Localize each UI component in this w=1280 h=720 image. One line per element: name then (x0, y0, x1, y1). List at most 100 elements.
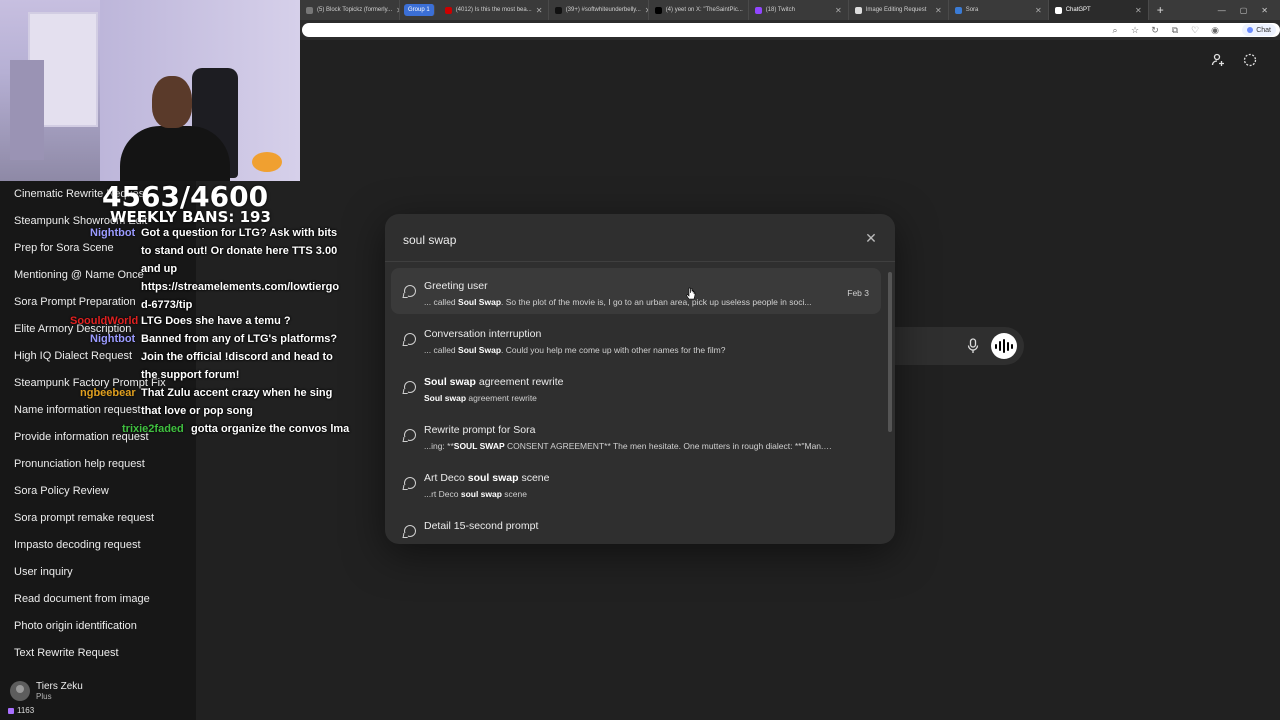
maximize-icon[interactable]: ▢ (1240, 6, 1248, 15)
chat-message-line: That Zulu accent crazy when he sing (141, 387, 333, 399)
sidebar-item[interactable]: User inquiry (14, 566, 73, 578)
extensions-icon[interactable]: ⧉ (1170, 25, 1180, 35)
close-icon[interactable]: ✕ (863, 230, 879, 246)
close-tab-icon[interactable]: ✕ (1135, 6, 1142, 15)
browser-tab[interactable]: (4012) Is this the most bea... ✕ (439, 0, 549, 20)
youtube-icon (444, 6, 452, 14)
viewer-count: 1163 (8, 706, 34, 715)
close-tab-icon[interactable]: ✕ (1035, 6, 1042, 15)
sidebar-item[interactable]: Sora prompt remake request (14, 512, 154, 524)
chat-message-line: the support forum! (141, 369, 240, 381)
close-tab-icon[interactable]: ✕ (835, 6, 842, 15)
sidebar-item[interactable]: Read document from image (14, 593, 150, 605)
temporary-chat-icon[interactable] (1242, 52, 1258, 68)
tab-group-label[interactable]: Group 1 (404, 4, 435, 16)
result-title: Detail 15-second prompt (424, 520, 538, 532)
sidebar-item[interactable]: Mentioning @ Name Once (14, 269, 144, 281)
chat-message-line: and up (141, 263, 178, 275)
microphone-icon[interactable] (966, 338, 980, 354)
snippet-match: Soul Swap (458, 345, 502, 355)
browser-tab-active[interactable]: ChatGPT ✕ (1048, 0, 1149, 20)
user-profile[interactable]: Tiers Zeku Plus (10, 681, 83, 701)
snippet-match: SOUL SWAP (453, 441, 505, 451)
search-result-item[interactable]: Conversation interruption ... called Soul… (391, 316, 881, 362)
chat-username: Nightbot (90, 227, 136, 239)
chat-message-line: Banned from any of LTG's platforms? (141, 333, 338, 345)
snippet-text: scene (501, 489, 527, 499)
snippet-match: Soul Swap (458, 297, 502, 307)
minimize-icon[interactable]: — (1218, 6, 1226, 15)
chat-bubble-icon (404, 381, 416, 393)
sidebar-item[interactable]: Prep for Sora Scene (14, 242, 114, 254)
sidebar-item[interactable]: Sora Prompt Preparation (14, 296, 136, 308)
sidebar-item[interactable]: Impasto decoding request (14, 539, 141, 551)
chat-message-line: to stand out! Or donate here TTS 3.00 (141, 245, 338, 257)
search-input[interactable]: soul swap (403, 233, 456, 247)
refresh-icon[interactable]: ↻ (1150, 25, 1160, 35)
scrollbar[interactable] (888, 272, 892, 432)
copilot-icon (1247, 27, 1254, 33)
chat-message-line: Got a question for LTG? Ask with bits (141, 227, 338, 239)
profile-icon[interactable]: ◉ (1210, 25, 1220, 35)
search-result-item[interactable]: Detail 15-second prompt (391, 508, 881, 544)
sora-icon (954, 6, 962, 14)
result-title: Soul swap agreement rewrite (424, 376, 563, 388)
search-result-item[interactable]: Greeting user ... called Soul Swap. So th… (391, 268, 881, 314)
browser-tab[interactable]: Image Editing Request ✕ (849, 0, 949, 20)
search-result-item[interactable]: Art Deco soul swap scene ...rt Deco soul … (391, 460, 881, 506)
snippet-text: . Could you help me come up with other n… (501, 345, 726, 355)
header-actions (1210, 52, 1258, 68)
zoom-icon[interactable]: ⌕ (1110, 25, 1120, 35)
browser-tab[interactable]: (4) yeet on X: "TheSaintPic...✕ (649, 0, 749, 20)
close-tab-icon[interactable]: ✕ (935, 6, 942, 15)
close-tab-icon[interactable]: ✕ (396, 6, 399, 15)
search-result-item[interactable]: Soul swap agreement rewrite Soul swap agr… (391, 364, 881, 410)
tiktok-icon (554, 6, 562, 14)
sidebar-item[interactable]: Pronunciation help request (14, 458, 145, 470)
browser-tab[interactable]: Sora ✕ (949, 0, 1049, 20)
copilot-chat-button[interactable]: Chat (1242, 24, 1276, 36)
toolbar-icons: ⌕ ☆ ↻ ⧉ ♡ ◉ (1110, 25, 1220, 35)
result-snippet: ... called Soul Swap. Could you help me … (424, 345, 834, 355)
browser-tab[interactable]: (5) Block Topickz (formerly...✕ (300, 0, 400, 20)
avatar (10, 681, 30, 701)
result-date: Feb 3 (847, 288, 869, 298)
snippet-text: ...ing: ** (424, 441, 454, 451)
sidebar-item[interactable]: Photo origin identification (14, 620, 137, 632)
sidebar-item[interactable]: Sora Policy Review (14, 485, 109, 497)
share-user-icon[interactable] (1210, 52, 1226, 68)
browser-tab[interactable]: (18) Twitch ✕ (749, 0, 849, 20)
chat-username: ngbeebear (80, 387, 136, 399)
snippet-text: ... called (424, 297, 459, 307)
close-tab-icon[interactable]: ✕ (536, 6, 543, 15)
sidebar-item[interactable]: High IQ Dialect Request (14, 350, 132, 362)
sidebar-item[interactable]: Text Rewrite Request (14, 647, 119, 659)
chatgpt-icon (1054, 6, 1062, 14)
close-window-icon[interactable]: ✕ (1261, 6, 1268, 15)
snippet-text: agreement rewrite (466, 393, 537, 403)
result-title-match: soul swap (467, 472, 519, 484)
x-icon (654, 6, 662, 14)
result-snippet: Soul swap agreement rewrite (424, 393, 834, 403)
voice-mode-button[interactable] (991, 333, 1017, 359)
result-title-text: Rewrite prompt for Sora (424, 424, 536, 436)
result-title: Conversation interruption (424, 328, 541, 340)
sidebar-item[interactable]: Name information request (14, 404, 141, 416)
snippet-match: Soul swap (424, 393, 467, 403)
weekly-bans: WEEKLY BANS: 193 (110, 208, 271, 226)
divider (385, 261, 895, 262)
chat-message-line: gotta organize the convos lma (191, 423, 350, 435)
browser-tab[interactable]: (39+) #softwhiteunderbelly...✕ (549, 0, 649, 20)
user-plan: Plus (36, 692, 52, 701)
search-result-item[interactable]: Rewrite prompt for Sora ...ing: **SOUL SW… (391, 412, 881, 458)
chat-bubble-icon (404, 285, 416, 297)
chat-bubble-icon (404, 429, 416, 441)
address-bar[interactable]: ⌕ ☆ ↻ ⧉ ♡ ◉ Chat (302, 23, 1280, 37)
mouse-cursor-icon (686, 287, 696, 300)
new-tab-button[interactable]: + (1149, 3, 1172, 17)
favorite-icon[interactable]: ☆ (1130, 25, 1140, 35)
collections-icon[interactable]: ♡ (1190, 25, 1200, 35)
chat-bubble-icon (404, 333, 416, 345)
snippet-text: . So the plot of the movie is, I go to a… (501, 297, 812, 307)
chatgpt-icon (854, 6, 862, 14)
